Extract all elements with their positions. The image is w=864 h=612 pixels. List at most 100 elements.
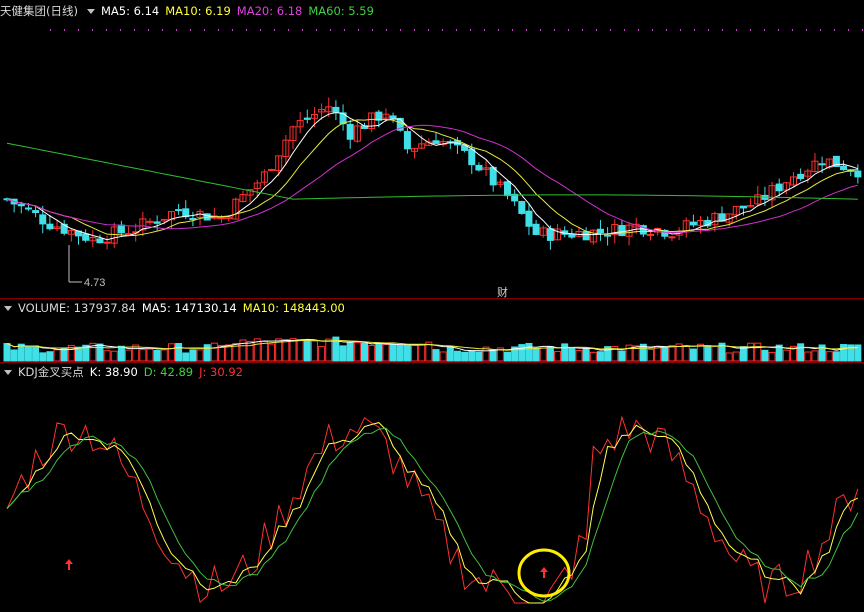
dotted-marker bbox=[288, 29, 289, 31]
kline-indicator-0: MA5: 6.14 bbox=[100, 4, 160, 18]
dotted-marker bbox=[582, 29, 583, 31]
dotted-marker bbox=[316, 29, 317, 31]
volume-bar bbox=[3, 343, 11, 362]
volume-bar bbox=[797, 343, 805, 362]
dotted-marker bbox=[540, 29, 541, 31]
candle-body bbox=[146, 220, 154, 223]
candle-body bbox=[718, 213, 726, 222]
volume-bar bbox=[75, 346, 82, 362]
volume-pane[interactable]: VOLUME: 137937.84 MA5: 147130.14 MA10: 148… bbox=[0, 299, 864, 362]
candle-body bbox=[775, 183, 783, 192]
candle-body bbox=[596, 228, 604, 233]
kline-chart[interactable]: 4.73 财 bbox=[0, 0, 864, 298]
volume-bar bbox=[96, 343, 104, 362]
volume-bar bbox=[711, 345, 719, 362]
kline-pane[interactable]: 4.73 财 天健集团(日线) MA5: 6.14 MA10: 6.19 MA20: 6… bbox=[0, 0, 864, 298]
volume-bar bbox=[153, 350, 161, 362]
dotted-marker bbox=[722, 29, 723, 31]
candle-body bbox=[668, 236, 676, 239]
volume-bar bbox=[461, 351, 469, 362]
dotted-marker bbox=[834, 29, 835, 31]
dotted-marker bbox=[162, 29, 163, 31]
volume-bar bbox=[754, 342, 762, 362]
finance-marker: 财 bbox=[497, 285, 508, 298]
volume-bar bbox=[561, 343, 569, 362]
dotted-marker bbox=[526, 29, 527, 31]
volume-bar bbox=[339, 345, 347, 362]
candle-body bbox=[618, 225, 626, 237]
volume-bar bbox=[167, 343, 175, 362]
kdj-pane[interactable]: KDJ金叉买点 K: 38.90 D: 42.89 J: 30.92 bbox=[0, 363, 864, 612]
volume-bar bbox=[289, 338, 297, 362]
dotted-marker bbox=[470, 29, 471, 31]
dotted-marker bbox=[302, 29, 303, 31]
volume-bar bbox=[554, 351, 562, 362]
volume-bar bbox=[17, 343, 25, 362]
candle-body bbox=[568, 233, 576, 238]
kdj-indicator-0: K: 38.90 bbox=[89, 365, 138, 379]
kdj-chart[interactable] bbox=[0, 363, 864, 612]
dotted-marker bbox=[498, 29, 499, 31]
dotted-marker bbox=[232, 29, 233, 31]
dotted-marker bbox=[736, 29, 737, 31]
kdj-header: KDJ金叉买点 K: 38.90 D: 42.89 J: 30.92 bbox=[0, 363, 864, 381]
volume-bar bbox=[268, 343, 276, 362]
kdj-indicator-2: J: 30.92 bbox=[199, 365, 243, 379]
volume-bar bbox=[411, 344, 419, 362]
volume-bar bbox=[768, 351, 776, 362]
dotted-marker bbox=[694, 29, 695, 31]
dotted-marker bbox=[442, 29, 443, 31]
candle-body bbox=[82, 233, 90, 241]
chevron-down-icon[interactable] bbox=[86, 9, 95, 14]
candle-body bbox=[582, 231, 590, 241]
dotted-marker bbox=[484, 29, 485, 31]
volume-bar bbox=[39, 352, 47, 362]
dotted-marker bbox=[274, 29, 275, 31]
volume-bar bbox=[110, 350, 118, 362]
kdj-title: KDJ金叉买点 bbox=[18, 365, 84, 379]
ma20-line bbox=[6, 124, 858, 234]
chevron-down-icon[interactable] bbox=[4, 306, 12, 311]
candle-body bbox=[303, 117, 311, 120]
dotted-marker bbox=[134, 29, 135, 31]
volume-bar bbox=[103, 350, 111, 362]
volume-bar bbox=[811, 350, 819, 362]
volume-bar bbox=[453, 350, 461, 362]
volume-bar bbox=[418, 343, 426, 362]
candle-body bbox=[268, 168, 276, 171]
volume-bar bbox=[310, 340, 318, 362]
volume-bar bbox=[504, 351, 511, 362]
volume-bar bbox=[475, 351, 483, 362]
volume-bar bbox=[618, 350, 626, 362]
volume-bar bbox=[832, 351, 840, 362]
volume-bar bbox=[53, 349, 61, 362]
candle-body bbox=[346, 123, 354, 140]
candle-body bbox=[96, 238, 104, 244]
candle-body bbox=[403, 131, 411, 150]
dotted-marker bbox=[176, 29, 177, 31]
dotted-marker bbox=[512, 29, 513, 31]
volume-bar bbox=[518, 344, 526, 362]
volume-bar bbox=[282, 338, 290, 362]
volume-bar bbox=[725, 352, 733, 362]
volume-bar bbox=[346, 341, 354, 362]
volume-bar bbox=[582, 347, 590, 362]
candle-body bbox=[518, 201, 526, 214]
dotted-marker bbox=[120, 29, 121, 31]
candle-body bbox=[182, 208, 190, 218]
dotted-marker bbox=[344, 29, 345, 31]
chevron-down-icon[interactable] bbox=[4, 370, 12, 375]
volume-bar bbox=[825, 351, 833, 362]
dotted-marker bbox=[386, 29, 387, 31]
dotted-marker bbox=[680, 29, 681, 31]
dotted-marker bbox=[64, 29, 65, 31]
dotted-marker bbox=[610, 29, 611, 31]
volume-bar bbox=[532, 348, 540, 362]
volume-bar bbox=[747, 342, 755, 362]
dotted-marker bbox=[820, 29, 821, 31]
stock-title[interactable]: 天健集团(日线) bbox=[0, 4, 78, 18]
low-price-label: 4.73 bbox=[84, 277, 105, 289]
volume-bar bbox=[396, 344, 404, 362]
candle-body bbox=[117, 224, 125, 234]
volume-bar bbox=[24, 345, 32, 362]
